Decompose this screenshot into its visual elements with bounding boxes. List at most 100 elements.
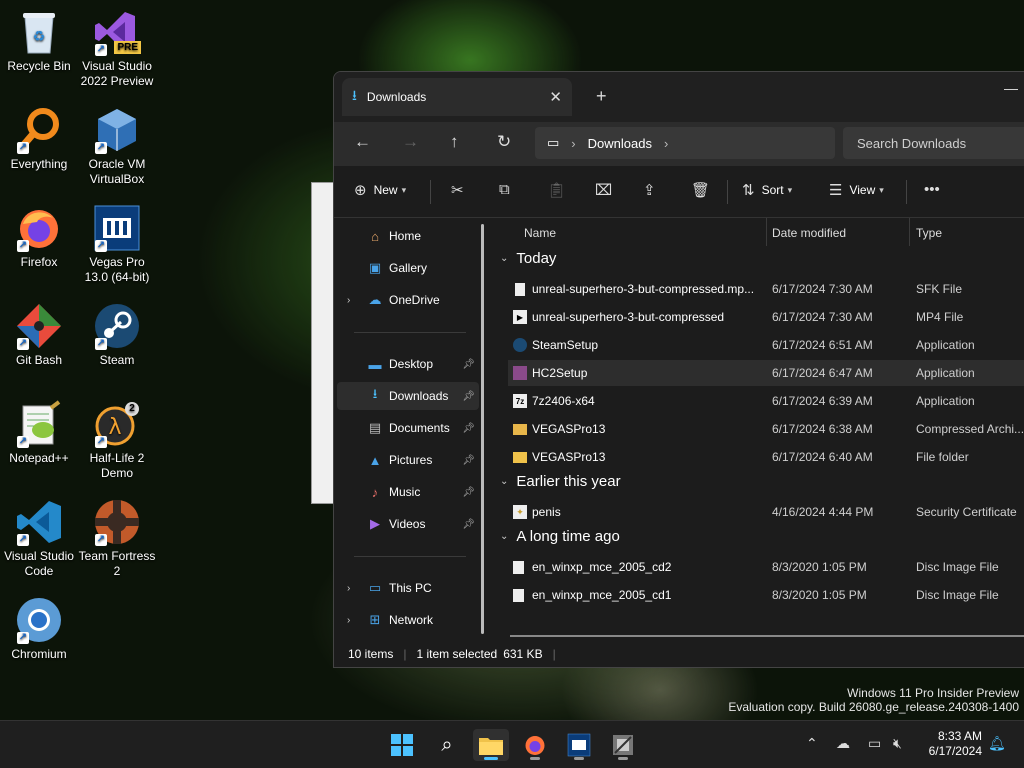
view-button[interactable]: ☰ View ▾ [829,181,884,199]
share-button[interactable]: ⇪ [643,181,656,199]
desktop-icon-steam[interactable]: ↗ Steam [78,302,156,368]
forward-icon[interactable]: → [402,132,419,152]
network-icon[interactable]: ▭ [868,735,881,752]
breadcrumb-downloads[interactable]: Downloads [588,136,652,151]
file-row[interactable]: en_winxp_mce_2005_cd1 8/3/2020 1:05 PM D… [508,582,1024,608]
back-icon[interactable]: ← [354,132,371,152]
pin-icon[interactable]: 📌︎ [462,359,475,370]
group-label: Today [516,250,557,267]
file-row[interactable]: unreal-superhero-3-but-compressed.mp... … [508,276,1024,302]
cloud-offline-icon[interactable]: ☁ [836,735,850,752]
desktop-icon-everything[interactable]: ↗ Everything [0,106,78,172]
new-tab-icon[interactable]: + [596,86,607,107]
file-type: Application [916,366,975,380]
address-bar[interactable]: ▭ › Downloads › [535,127,835,159]
sort-label: Sort [761,183,784,197]
taskbar-firefox[interactable] [517,729,553,761]
start-button[interactable] [384,729,420,761]
notification-bell-icon[interactable]: 🔔︎ [988,735,1006,752]
desktop-icon-vegas-pro[interactable]: ↗ Vegas Pro 13.0 (64-bit) [78,204,156,285]
sidebar-item-videos[interactable]: ▶ Videos 📌︎ [337,510,479,538]
tab-downloads[interactable]: ⭳ Downloads ✕ [342,78,572,116]
pin-icon[interactable]: 📌︎ [462,391,475,402]
clock[interactable]: 8:33 AM 6/17/2024 [929,729,982,759]
chevron-right-icon[interactable]: › [347,295,350,306]
pin-icon[interactable]: 📌︎ [462,487,475,498]
sort-button[interactable]: ⇅ Sort ▾ [742,181,792,199]
desktop-icon-vscode[interactable]: ↗ Visual Studio Code [0,498,78,579]
delete-button[interactable]: 🗑︎ [691,181,710,199]
file-name: VEGASPro13 [532,450,606,464]
sidebar-item-this-pc[interactable]: › ▭ This PC [337,574,479,602]
vscode-icon: ↗ [15,498,63,546]
team-fortress-2-icon: ↗ [93,498,141,546]
file-row[interactable]: 7z 7z2406-x64 6/17/2024 6:39 AM Applicat… [508,388,1024,414]
desktop-icon-label: Visual Studio 2022 Preview [80,59,154,88]
taskbar-file-explorer[interactable] [473,729,509,761]
rename-button[interactable]: ⌧ [595,181,612,199]
desktop-icon-virtualbox[interactable]: ↗ Oracle VM VirtualBox [78,106,156,187]
file-row[interactable]: SteamSetup 6/17/2024 6:51 AM Application [508,332,1024,358]
group-header-long-ago[interactable]: ⌄ A long time ago [500,528,620,545]
file-row[interactable]: ▶ unreal-superhero-3-but-compressed 6/17… [508,304,1024,330]
group-header-today[interactable]: ⌄ Today [500,250,556,267]
search-button[interactable]: ⌕ [429,729,465,761]
sidebar-item-gallery[interactable]: ▣ Gallery [337,254,479,282]
desktop-icon-label: Firefox [20,255,58,269]
chevron-right-icon[interactable]: › [347,615,350,626]
column-divider[interactable] [766,218,767,246]
sidebar-item-onedrive[interactable]: › ☁ OneDrive [337,286,479,314]
desktop-icon-git-bash[interactable]: ↗ Git Bash [0,302,78,368]
copy-icon: ⧉ [499,181,510,198]
group-header-earlier[interactable]: ⌄ Earlier this year [500,473,621,490]
taskbar-vegas-pro[interactable] [561,729,597,761]
desktop-icon-team-fortress-2[interactable]: ↗ Team Fortress 2 [78,498,156,579]
desktop-icon-half-life-2[interactable]: λ 2 ↗ Half-Life 2 Demo [78,400,156,481]
pin-icon[interactable]: 📌︎ [462,455,475,466]
file-type: Application [916,394,975,408]
cut-button[interactable]: ✂ [451,181,464,199]
minimize-icon[interactable]: — [1004,80,1018,96]
more-options-button[interactable]: ••• [924,181,940,198]
column-header-name[interactable]: Name [524,226,556,240]
column-header-date[interactable]: Date modified [772,226,846,240]
pin-icon[interactable]: 📌︎ [462,519,475,530]
up-icon[interactable]: ↑ [450,132,459,152]
sidebar-item-pictures[interactable]: ▲ Pictures 📌︎ [337,446,479,474]
copy-button[interactable]: ⧉ [499,181,510,198]
chevron-up-icon[interactable]: ⌃ [806,735,818,752]
file-row[interactable]: en_winxp_mce_2005_cd2 8/3/2020 1:05 PM D… [508,554,1024,580]
file-row[interactable]: VEGASPro13 6/17/2024 6:40 AM File folder [508,444,1024,470]
file-row[interactable]: ✦ penis 4/16/2024 4:44 PM Security Certi… [508,499,1024,525]
refresh-icon[interactable]: ↻ [497,132,511,152]
sidebar-item-music[interactable]: ♪ Music 📌︎ [337,478,479,506]
desktop-icon-firefox[interactable]: ↗ Firefox [0,204,78,270]
desktop-icon-notepad-plus-plus[interactable]: ↗ Notepad++ [0,400,78,466]
new-button[interactable]: ⊕ New ▾ [354,181,406,199]
sidebar-scrollbar[interactable] [481,224,484,634]
network-icon: ⊞ [369,612,381,627]
column-divider[interactable] [909,218,910,246]
desktop-icon-recycle-bin[interactable]: ♻ Recycle Bin [0,8,78,74]
file-row-selected[interactable]: HC2Setup 6/17/2024 6:47 AM Application [508,360,1024,386]
paste-button[interactable]: 📋︎ [547,181,566,199]
sidebar-item-home[interactable]: ⌂ Home [337,222,479,250]
chevron-right-icon[interactable]: › [347,583,350,594]
tab-title: Downloads [366,90,427,104]
sidebar-item-downloads[interactable]: ⭳ Downloads 📌︎ [337,382,479,410]
column-header-type[interactable]: Type [916,226,942,240]
file-name: 7z2406-x64 [532,394,595,408]
sidebar-item-desktop[interactable]: ▬ Desktop 📌︎ [337,350,479,378]
sidebar-item-network[interactable]: › ⊞ Network [337,606,479,634]
search-input[interactable]: Search Downloads [843,127,1024,159]
desktop-icon-visual-studio[interactable]: PRE ↗ Visual Studio 2022 Preview [78,8,156,89]
close-tab-icon[interactable]: ✕ [549,88,562,106]
shortcut-arrow-icon: ↗ [95,436,107,448]
file-row[interactable]: VEGASPro13 6/17/2024 6:38 AM Compressed … [508,416,1024,442]
pin-icon[interactable]: 📌︎ [462,423,475,434]
sidebar-item-documents[interactable]: ▤ Documents 📌︎ [337,414,479,442]
horizontal-scrollbar[interactable] [510,635,1024,637]
taskbar-installer[interactable] [605,729,641,761]
desktop-icon-chromium[interactable]: ↗ Chromium [0,596,78,662]
volume-muted-icon[interactable]: 🔇︎ [893,735,902,752]
